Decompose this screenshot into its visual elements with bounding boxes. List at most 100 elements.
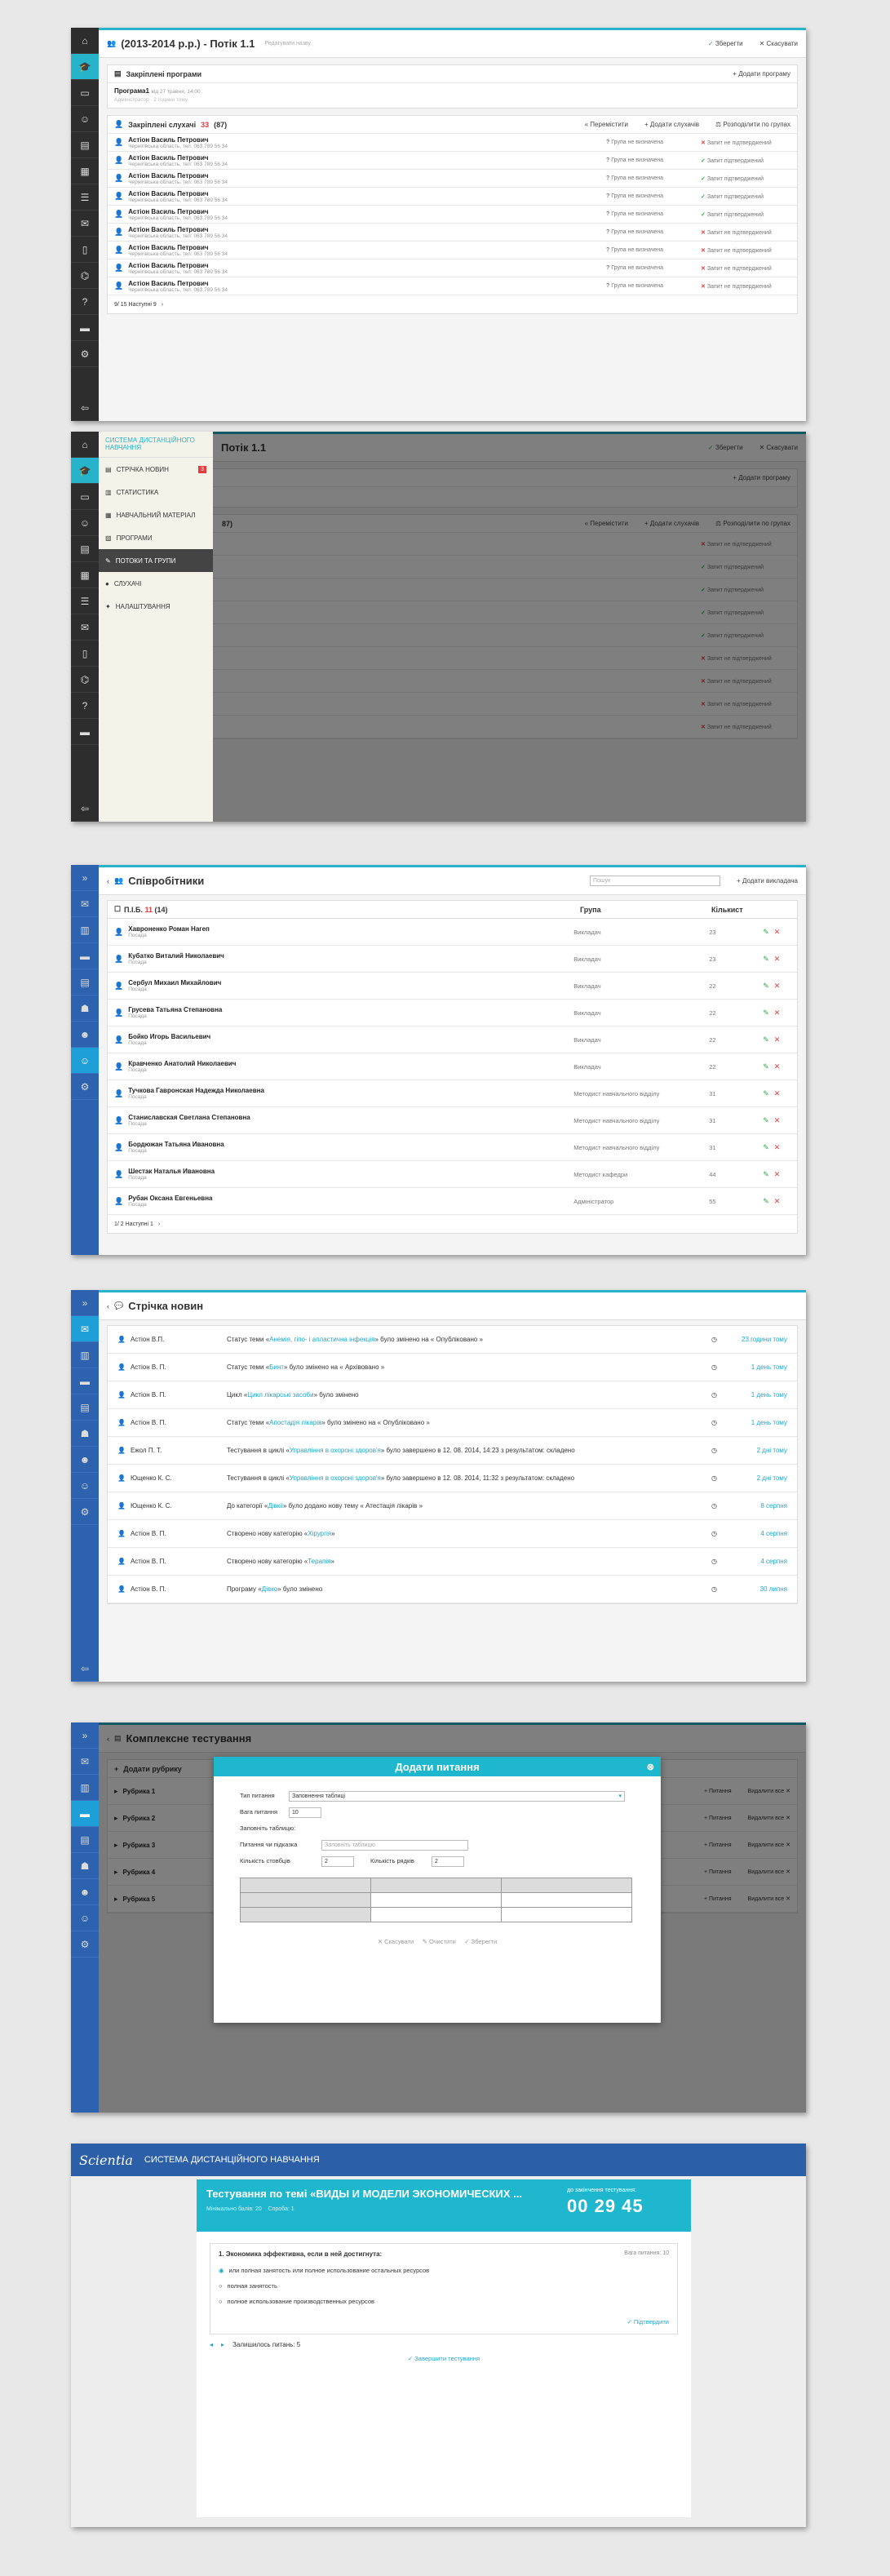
list-item[interactable]: 👤 Астіон Василь Петрович Чернігівська обла… — [108, 206, 797, 224]
structure-icon[interactable]: ⌬ — [71, 667, 99, 693]
distribute-button[interactable]: ⚖ Розподілити по групах — [715, 121, 790, 128]
menu-item-6[interactable]: ● СЛУХАЧІ — [99, 572, 213, 595]
request-status[interactable]: ✕ Запит не підтверджений — [701, 140, 790, 146]
group-status[interactable]: ? Група не визначена — [606, 175, 696, 181]
table-row[interactable]: 👤 Кубатко Виталий Николаевич Посада Виклада… — [108, 946, 797, 973]
group-status[interactable]: ? Група не визначена — [606, 229, 696, 235]
clear-button[interactable]: ✎ Очистити — [423, 1938, 456, 1945]
table-row[interactable]: 👤 Сербул Михаил Михайлович Посада Викладач 2… — [108, 973, 797, 1000]
document-icon[interactable]: ▯ — [71, 641, 99, 667]
news-link[interactable]: Управління в охороні здоров'я — [290, 1447, 381, 1454]
calendar-icon[interactable]: ▦ — [71, 562, 99, 588]
logout-icon[interactable]: ⇦ — [71, 1656, 99, 1682]
request-status[interactable]: ✓ Запит підтверджений — [701, 157, 790, 164]
employee-name[interactable]: Тучкова Гавронская Надежда Николаевна — [128, 1087, 569, 1094]
save-button[interactable]: ✓ Зберегти — [464, 1938, 497, 1945]
news-author[interactable]: Ющенко К. С. — [131, 1502, 222, 1510]
help-icon[interactable]: ? — [71, 693, 99, 719]
list-item[interactable]: 👤 Астіон Василь Петрович Чернігівська обла… — [108, 152, 797, 170]
book-icon[interactable]: ▤ — [71, 1827, 99, 1853]
answer-option[interactable]: ◉ или полная занятость или полное использ… — [219, 2263, 669, 2278]
delete-icon[interactable]: ✕ — [774, 1170, 781, 1179]
group-status[interactable]: ? Група не визначена — [606, 157, 696, 163]
news-author[interactable]: Астіон В.П. — [131, 1336, 222, 1343]
folder-icon[interactable]: ▬ — [71, 315, 99, 341]
cancel-button[interactable]: ✕ Скасувати — [759, 40, 798, 47]
edit-title-link[interactable]: Редагувати назву — [264, 41, 311, 47]
confirm-button[interactable]: ✓ Підтвердити — [627, 2318, 669, 2325]
edit-icon[interactable]: ✎ — [763, 1062, 769, 1071]
chat-icon[interactable]: ✉ — [71, 1749, 99, 1775]
folder-icon[interactable]: ▬ — [71, 719, 99, 745]
pager[interactable]: 1/ 2 Наступні 1 › — [108, 1215, 797, 1233]
prev-icon[interactable]: ◂ — [210, 2341, 213, 2348]
book-open-icon[interactable]: ▤ — [71, 536, 99, 562]
chat-icon[interactable]: ✉ — [71, 891, 99, 917]
settings-icon[interactable]: ⚙ — [71, 1931, 99, 1957]
weight-input[interactable]: 10 — [289, 1807, 321, 1818]
program-name[interactable]: Програма1 — [114, 87, 149, 95]
logout-icon[interactable]: ⇦ — [71, 395, 99, 421]
employee-name[interactable]: Грусева Татьяна Степановна — [128, 1006, 569, 1013]
group-status[interactable]: ? Група не визначена — [606, 140, 696, 145]
book-icon[interactable]: ▤ — [71, 969, 99, 995]
list-item[interactable]: 👤 Астіон Василь Петрович Чернігівська обла… — [108, 224, 797, 242]
menu-item-1[interactable]: ▤ СТРІЧКА НОВИН 3 — [99, 458, 213, 481]
edit-icon[interactable]: ✎ — [763, 955, 769, 964]
delete-icon[interactable]: ✕ — [774, 1062, 781, 1071]
cols-input[interactable]: 2 — [321, 1856, 354, 1867]
col-lessons[interactable]: Кількист — [711, 906, 743, 914]
add-program-button[interactable]: + Додати програму — [733, 70, 790, 78]
group-status[interactable]: ? Група не визначена — [606, 211, 696, 217]
delete-icon[interactable]: ✕ — [774, 1035, 781, 1044]
folder-icon[interactable]: ▬ — [71, 1368, 99, 1394]
student-icon[interactable]: ☻ — [71, 1879, 99, 1905]
cancel-button[interactable]: ✕ Скасувати — [378, 1938, 414, 1945]
chat-icon[interactable]: ✉ — [71, 1316, 99, 1342]
expand-icon[interactable]: » — [71, 1723, 99, 1749]
calendar-icon[interactable]: ▦ — [71, 158, 99, 184]
group-add-icon[interactable]: ☗ — [71, 1853, 99, 1879]
employee-name[interactable]: Сербул Михаил Михайлович — [128, 979, 569, 987]
structure-icon[interactable]: ⌬ — [71, 263, 99, 289]
listener-name[interactable]: Астіон Василь Петрович — [128, 208, 601, 215]
chat-icon[interactable]: ✉ — [71, 614, 99, 641]
listener-name[interactable]: Астіон Василь Петрович — [128, 154, 601, 162]
radio-button[interactable]: ○ — [219, 2282, 223, 2290]
listener-name[interactable]: Астіон Василь Петрович — [128, 244, 601, 251]
listener-name[interactable]: Астіон Василь Петрович — [128, 136, 601, 144]
home-icon[interactable]: ⌂ — [71, 432, 99, 458]
employee-name[interactable]: Кравченко Анатолий Николаевич — [128, 1060, 569, 1067]
list-item[interactable]: 👤 Астіон Василь Петрович Чернігівська обла… — [108, 259, 797, 277]
news-link[interactable]: Цикл лікарські засоби — [247, 1391, 313, 1399]
folder-icon[interactable]: ▬ — [71, 1801, 99, 1827]
delete-icon[interactable]: ✕ — [774, 1009, 781, 1018]
listener-name[interactable]: Астіон Василь Петрович — [128, 262, 601, 269]
help-icon[interactable]: ? — [71, 289, 99, 315]
chat-icon[interactable]: ✉ — [71, 211, 99, 237]
table-row[interactable]: 👤 Рубан Оксана Евгеньевна Посада Адміністра… — [108, 1188, 797, 1215]
delete-icon[interactable]: ✕ — [774, 955, 781, 964]
stats-icon[interactable]: ▥ — [71, 1775, 99, 1801]
settings-icon[interactable]: ⚙ — [71, 1074, 99, 1100]
news-link[interactable]: Управління в охороні здоров'я — [290, 1474, 381, 1482]
book-open-icon[interactable]: ▤ — [71, 132, 99, 158]
delete-icon[interactable]: ✕ — [774, 1143, 781, 1152]
menu-item-5[interactable]: ✎ ПОТОКИ ТА ГРУПИ — [99, 549, 213, 572]
list-icon[interactable]: ☰ — [71, 588, 99, 614]
delete-icon[interactable]: ✕ — [774, 1089, 781, 1098]
type-select[interactable]: Заповнення таблиці ▾ — [289, 1791, 625, 1802]
news-link[interactable]: Дівко — [262, 1585, 277, 1593]
news-author[interactable]: Ежол П. Т. — [131, 1447, 222, 1454]
table-row[interactable]: 👤 Бордюжан Татьяна Ивановна Посада Методист… — [108, 1134, 797, 1161]
employee-name[interactable]: Бордюжан Татьяна Ивановна — [128, 1141, 569, 1148]
news-link[interactable]: Терапія — [308, 1558, 330, 1565]
edit-icon[interactable]: ✎ — [763, 1089, 769, 1098]
delete-icon[interactable]: ✕ — [774, 928, 781, 937]
add-teacher-button[interactable]: + Додати викладача — [737, 877, 798, 885]
employees-icon[interactable]: ☺ — [71, 1048, 99, 1074]
search-input[interactable]: Пошук — [590, 876, 721, 886]
student-icon[interactable]: ☻ — [71, 1022, 99, 1048]
employee-name[interactable]: Хавроненко Роман Нагеп — [128, 925, 569, 933]
employee-name[interactable]: Кубатко Виталий Николаевич — [128, 952, 569, 960]
